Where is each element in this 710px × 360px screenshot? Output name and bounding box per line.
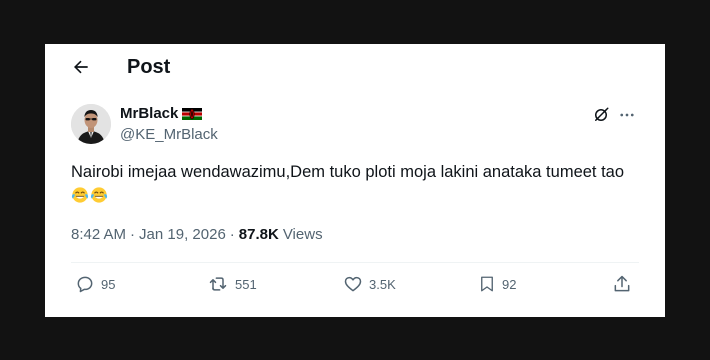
post-text: Nairobi imejaa wendawazimu,Dem tuko plot…	[71, 160, 641, 208]
views-label: Views	[282, 226, 323, 243]
bookmark-button[interactable]: 92	[478, 274, 516, 294]
avatar[interactable]	[71, 104, 111, 144]
author-name-row[interactable]: MrBlack	[120, 105, 203, 122]
more-horizontal-icon	[620, 113, 634, 117]
tears-of-joy-emoji-icon	[90, 187, 108, 203]
post-time[interactable]: 8:42 AM	[71, 226, 126, 243]
repost-icon	[209, 277, 227, 291]
reply-count: 95	[101, 276, 116, 292]
divider	[71, 262, 639, 263]
more-options-button[interactable]	[617, 105, 637, 125]
kenya-flag-icon	[182, 107, 203, 120]
post-date[interactable]: Jan 19, 2026	[139, 226, 226, 243]
post-meta: 8:42 AM · Jan 19, 2026 · 87.8K Views	[71, 226, 323, 243]
heart-icon	[344, 276, 362, 292]
reply-button[interactable]: 95	[75, 274, 115, 294]
like-button[interactable]: 3.5K	[343, 274, 396, 294]
post-header: Post	[45, 44, 665, 90]
share-button[interactable]	[612, 274, 632, 294]
grok-button[interactable]	[591, 105, 611, 125]
repost-button[interactable]: 551	[207, 274, 257, 294]
tears-of-joy-emoji-icon	[71, 187, 89, 203]
author-handle[interactable]: @KE_MrBlack	[120, 126, 218, 143]
repost-count: 551	[235, 276, 257, 292]
page-title: Post	[127, 56, 171, 78]
arrow-left-icon	[74, 60, 88, 74]
share-icon	[614, 275, 630, 292]
post-card: Post MrBlack @KE_MrBlack Nairobi imejaa …	[45, 44, 665, 317]
avatar-image	[71, 104, 111, 144]
author-display-name[interactable]: MrBlack	[120, 105, 178, 122]
meta-separator: ·	[130, 226, 136, 243]
views-count[interactable]: 87.8K	[239, 226, 279, 243]
reply-icon	[77, 276, 93, 293]
grok-icon	[595, 107, 609, 121]
post-text-content: Nairobi imejaa wendawazimu,Dem tuko plot…	[71, 163, 625, 181]
bookmark-count: 92	[502, 276, 517, 292]
back-button[interactable]	[69, 55, 93, 79]
meta-separator: ·	[229, 226, 235, 243]
like-count: 3.5K	[369, 276, 396, 292]
bookmark-icon	[481, 276, 493, 292]
